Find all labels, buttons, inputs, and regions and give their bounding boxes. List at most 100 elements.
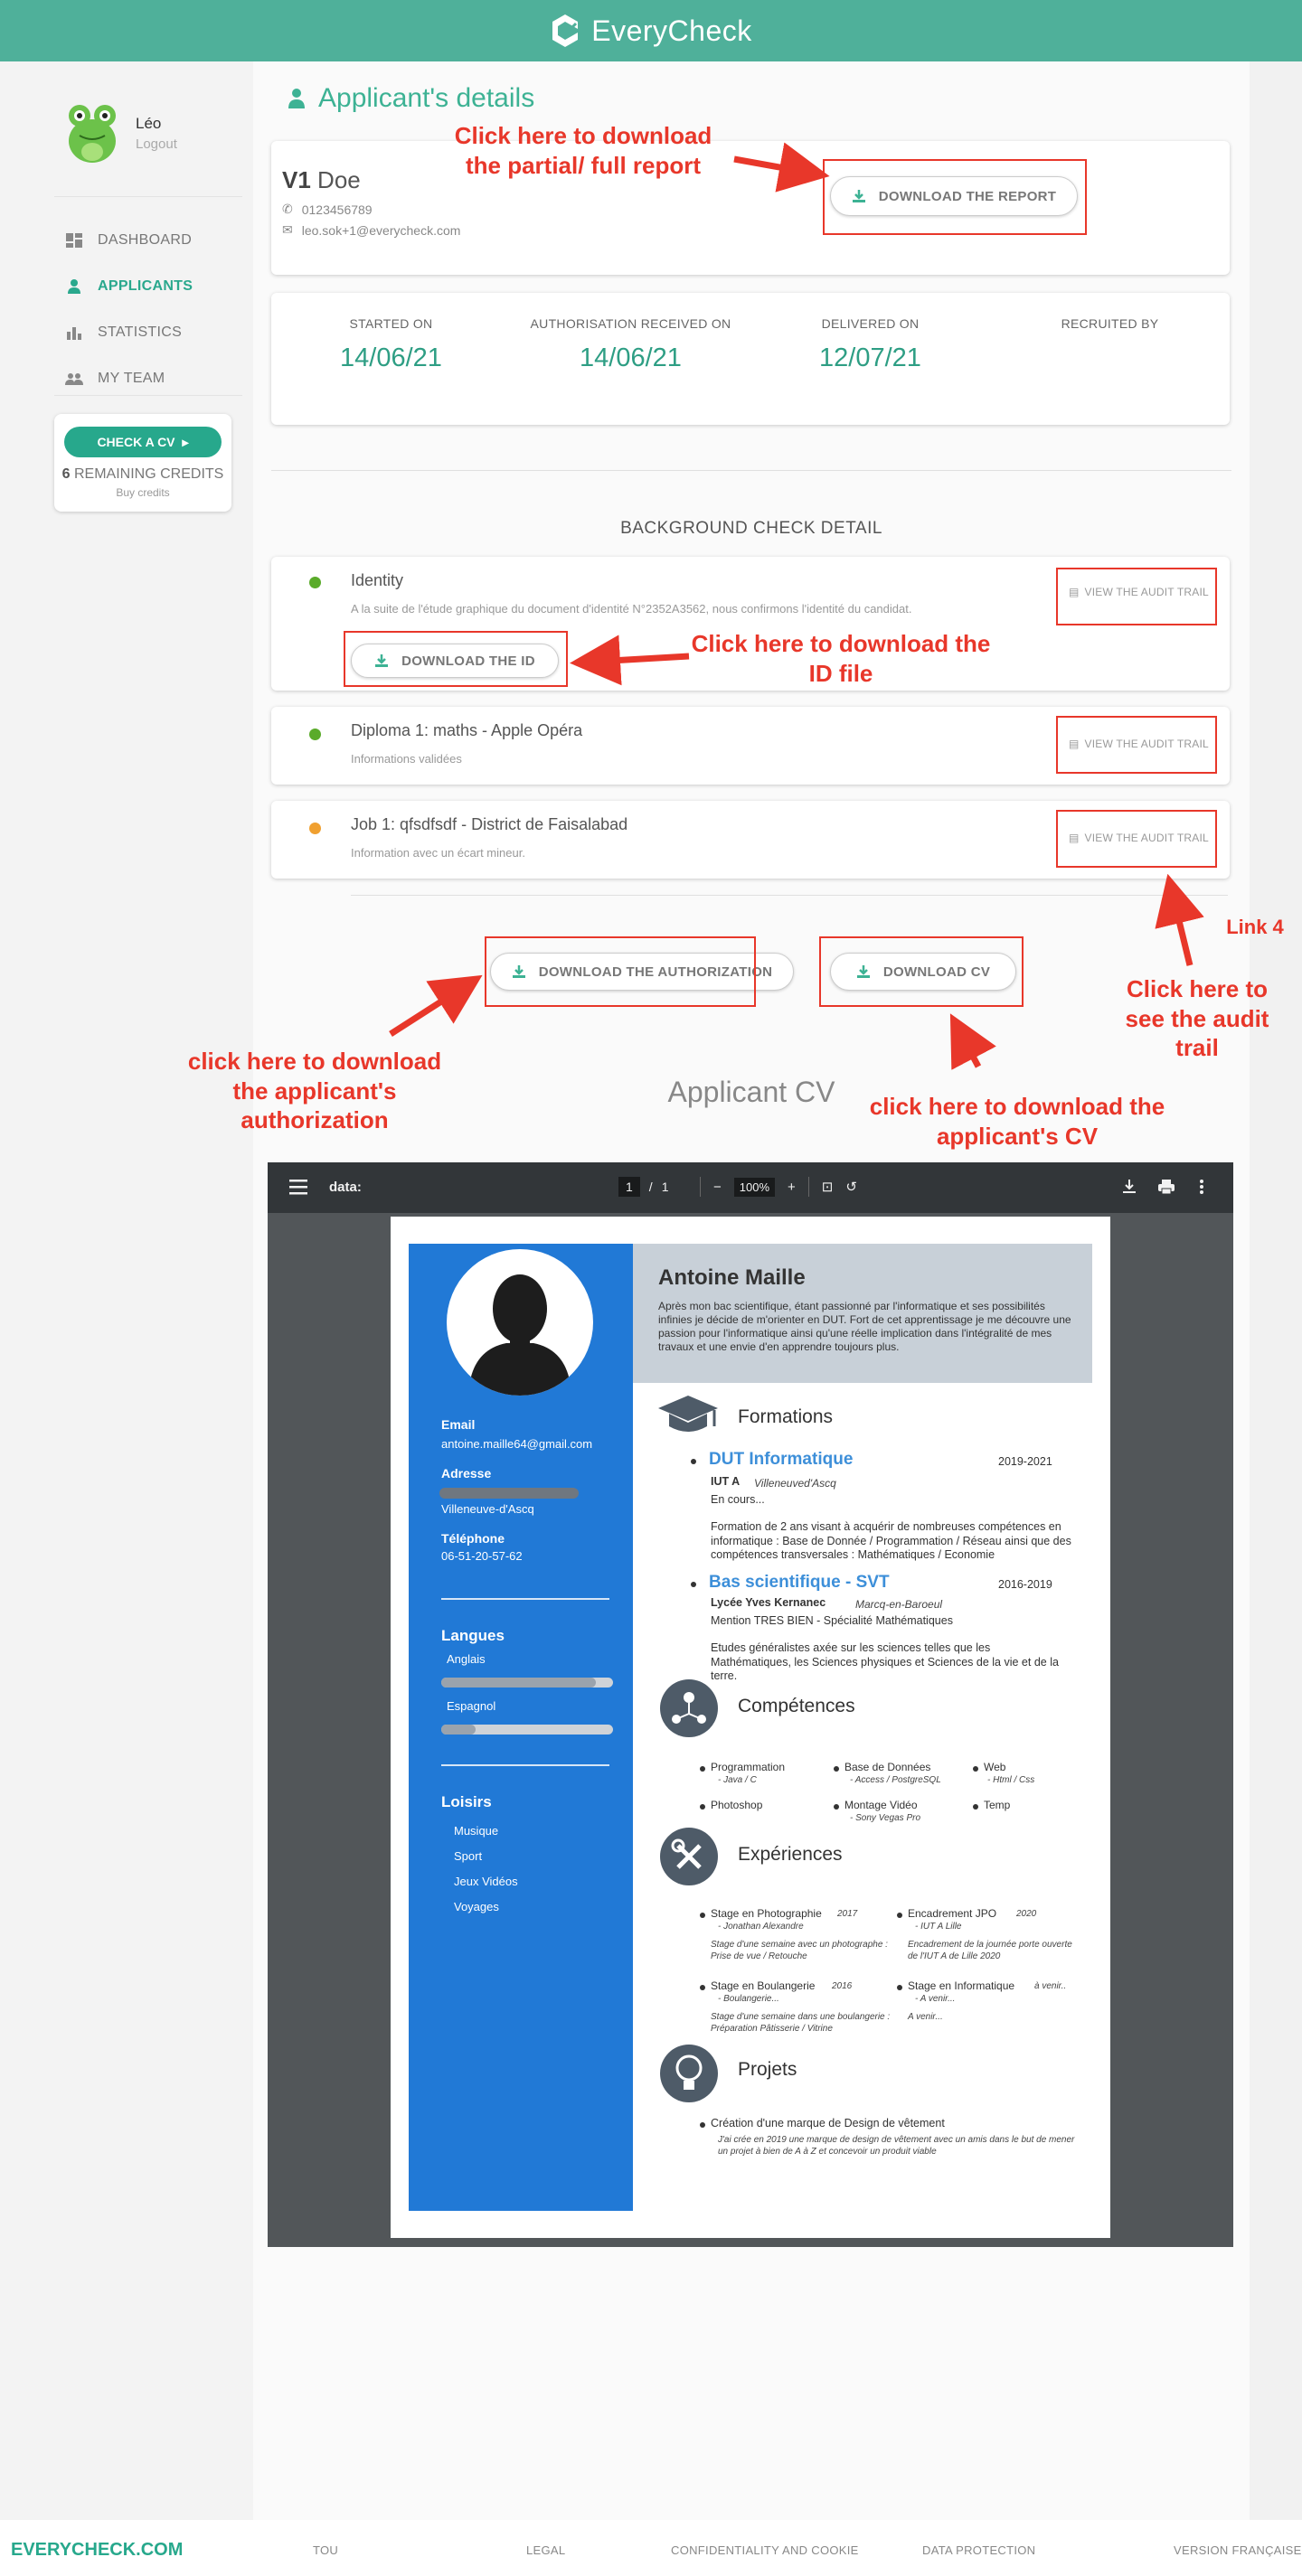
date-authorisation: AUTHORISATION RECEIVED ON 14/06/21 xyxy=(511,316,750,373)
buy-credits-link[interactable]: Buy credits xyxy=(54,486,231,499)
logout-link[interactable]: Logout xyxy=(136,136,177,152)
cv-formations-title: Formations xyxy=(738,1406,834,1427)
sidebar-item-dashboard[interactable]: DASHBOARD xyxy=(65,217,193,263)
check-description: A la suite de l'étude graphique du docum… xyxy=(351,602,912,616)
toolbar-separator xyxy=(700,1177,701,1197)
credits-count: 6 xyxy=(61,466,71,482)
brand-name[interactable]: EveryCheck xyxy=(591,14,752,48)
cv-experience-title: Stage en Boulangerie xyxy=(711,1979,816,1992)
cv-experience-desc: Stage d'une semaine dans une boulangerie… xyxy=(711,2012,891,2034)
bullet xyxy=(834,1766,839,1772)
cv-formation-years: 2016-2019 xyxy=(998,1578,1052,1591)
annotation-box-audit-2 xyxy=(1056,716,1217,774)
download-icon[interactable] xyxy=(1121,1179,1137,1195)
cv-formation-place: Villeneuved'Ascq xyxy=(754,1477,836,1490)
check-cv-button[interactable]: CHECK A CV ▸ xyxy=(64,427,222,457)
check-cv-label: CHECK A CV xyxy=(97,435,175,449)
cv-experience-title: Stage en Informatique xyxy=(908,1979,1015,1992)
footer-link-confidentiality[interactable]: CONFIDENTIALITY AND COOKIE xyxy=(671,2543,859,2557)
cv-skill-name: Temp xyxy=(984,1799,1011,1811)
bullet xyxy=(700,1913,705,1918)
credits-label: REMAINING CREDITS xyxy=(74,466,224,482)
applicant-lastname: Doe xyxy=(317,166,361,193)
sidebar-item-applicants[interactable]: APPLICANTS xyxy=(65,263,193,309)
cv-project-desc: J'ai crée en 2019 une marque de design d… xyxy=(718,2135,1075,2157)
pdf-document-title: data: xyxy=(329,1180,362,1195)
cv-divider xyxy=(441,1764,609,1766)
date-label: RECRUITED BY xyxy=(1061,316,1159,331)
page-indicator: 1 / 1 xyxy=(618,1177,668,1197)
cv-formation-note: En cours... xyxy=(711,1493,765,1506)
user-profile: Léo Logout xyxy=(63,101,177,165)
cv-formation-school: Lycée Yves Kernanec xyxy=(711,1596,826,1609)
annotation-box-report xyxy=(823,159,1087,235)
lightbulb-icon xyxy=(660,2045,718,2102)
status-dot xyxy=(309,577,321,588)
bullet xyxy=(691,1459,696,1464)
cv-skill-name: Programmation xyxy=(711,1761,786,1773)
bullet xyxy=(897,1985,902,1990)
phone-value: 0123456789 xyxy=(301,202,373,217)
sidebar-item-label: DASHBOARD xyxy=(98,231,193,248)
status-dot xyxy=(309,729,321,740)
date-value: 12/07/21 xyxy=(819,343,921,372)
cv-experience-who: - A venir... xyxy=(915,1994,956,2004)
cv-city: Villeneuve-d'Ascq xyxy=(441,1502,534,1516)
more-options-icon[interactable] xyxy=(1199,1179,1204,1195)
person-silhouette-icon xyxy=(468,1274,571,1396)
language-level-bar xyxy=(441,1725,613,1735)
cv-skill-detail: - Sony Vegas Pro xyxy=(850,1813,921,1823)
applicant-cv-title: Applicant CV xyxy=(667,1076,835,1108)
bullet xyxy=(897,1913,902,1918)
footer-link-tou[interactable]: TOU xyxy=(313,2543,338,2557)
cv-phone: 06-51-20-57-62 xyxy=(441,1549,523,1563)
page-number-input[interactable]: 1 xyxy=(618,1177,640,1197)
dates-row: STARTED ON 14/06/21 AUTHORISATION RECEIV… xyxy=(271,316,1230,373)
fit-page-icon[interactable]: ⊡ xyxy=(822,1179,834,1195)
team-icon xyxy=(65,372,83,385)
check-title: Diploma 1: maths - Apple Opéra xyxy=(351,721,583,739)
status-dot xyxy=(309,823,321,834)
footer-link-data-protection[interactable]: DATA PROTECTION xyxy=(922,2543,1035,2557)
bullet xyxy=(700,1985,705,1990)
cv-language-name: Anglais xyxy=(447,1652,486,1666)
cv-experience-year: 2016 xyxy=(832,1981,853,1991)
cv-name: Antoine Maille xyxy=(658,1265,806,1290)
page-total: 1 xyxy=(661,1180,669,1194)
cv-formation-years: 2019-2021 xyxy=(998,1455,1052,1468)
skills-network-icon xyxy=(660,1679,718,1737)
top-bar: EveryCheck xyxy=(0,0,1302,61)
date-value: 14/06/21 xyxy=(340,343,442,372)
footer-link-version-francaise[interactable]: VERSION FRANÇAISE xyxy=(1174,2543,1302,2557)
footer-link-legal[interactable]: LEGAL xyxy=(526,2543,565,2557)
zoom-level[interactable]: 100% xyxy=(733,1177,776,1197)
envelope-icon: ✉ xyxy=(282,222,293,237)
cv-photo xyxy=(447,1249,593,1396)
footer-brand[interactable]: EVERYCHECK.COM xyxy=(11,2540,183,2561)
applicant-email: ✉ leo.sok+1@everycheck.com xyxy=(282,222,460,238)
cv-experience-title: Stage en Photographie xyxy=(711,1907,822,1920)
bullet xyxy=(700,1804,705,1810)
bullet xyxy=(973,1766,978,1772)
sidebar-item-statistics[interactable]: STATISTICS xyxy=(65,309,193,355)
cv-hobby: Sport xyxy=(454,1849,483,1863)
date-started: STARTED ON 14/06/21 xyxy=(271,316,511,373)
zoom-in-button[interactable]: + xyxy=(788,1180,796,1195)
zoom-out-button[interactable]: − xyxy=(713,1180,722,1195)
divider xyxy=(271,470,1231,471)
frog-avatar-icon xyxy=(69,105,116,163)
cv-skills-title: Compétences xyxy=(738,1696,855,1716)
annotation-audit: Click here to see the audit trail xyxy=(1125,975,1269,1061)
hamburger-menu-icon[interactable] xyxy=(289,1179,307,1195)
cv-skill-name: Photoshop xyxy=(711,1799,763,1811)
applicant-name: V1 Doe xyxy=(282,166,460,194)
language-level-fill xyxy=(441,1678,596,1688)
cv-experience-title: Encadrement JPO xyxy=(908,1907,997,1920)
cv-experience-year: 2017 xyxy=(837,1909,858,1919)
rotate-icon[interactable]: ↺ xyxy=(845,1179,857,1195)
cv-formation-note: Mention TRES BIEN - Spécialité Mathémati… xyxy=(711,1614,953,1627)
print-icon[interactable] xyxy=(1157,1179,1175,1195)
tools-icon xyxy=(660,1828,718,1885)
applicant-phone: ✆ 0123456789 xyxy=(282,202,460,217)
cv-skill-name: Montage Vidéo xyxy=(844,1799,918,1811)
